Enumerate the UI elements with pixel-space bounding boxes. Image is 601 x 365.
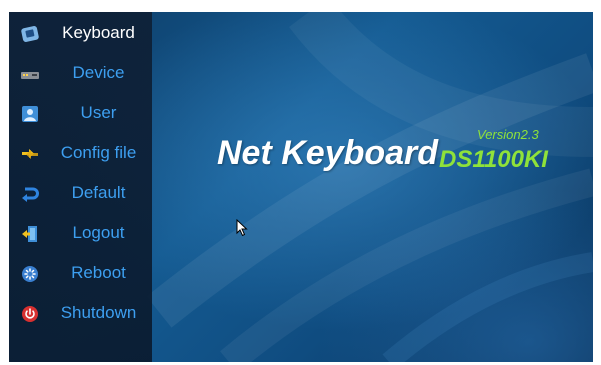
product-title: Net Keyboard Version2.3 DS1100KI <box>217 124 577 184</box>
config-file-icon <box>21 145 39 163</box>
mouse-cursor-icon <box>236 219 248 237</box>
device-icon <box>21 65 39 83</box>
sidebar-item-reboot[interactable]: Reboot <box>9 254 152 292</box>
sidebar-item-label: Config file <box>60 143 137 162</box>
sidebar-item-label: Logout <box>72 223 125 242</box>
model-label: DS1100KI <box>439 146 548 173</box>
keyboard-icon <box>21 25 39 43</box>
sidebar-item-default[interactable]: Default <box>9 174 152 212</box>
logout-icon <box>21 225 39 243</box>
sidebar-item-label: Reboot <box>71 263 126 282</box>
sidebar-item-label: Default <box>71 183 126 202</box>
desktop-screen: Keyboard Device User Config file Default… <box>9 12 593 362</box>
sidebar-item-label: Device <box>72 63 125 82</box>
sidebar-item-shutdown[interactable]: Shutdown <box>9 294 152 332</box>
sidebar-item-logout[interactable]: Logout <box>9 214 152 252</box>
sidebar-item-user[interactable]: User <box>9 94 152 132</box>
sidebar-item-label: Shutdown <box>60 303 137 322</box>
sidebar-item-config-file[interactable]: Config file <box>9 134 152 172</box>
sidebar-menu: Keyboard Device User Config file Default… <box>9 12 152 362</box>
reboot-icon <box>21 265 39 283</box>
user-icon <box>21 105 39 123</box>
shutdown-icon <box>21 305 39 323</box>
sidebar-item-label: Keyboard <box>62 23 135 42</box>
sidebar-item-keyboard[interactable]: Keyboard <box>9 14 152 52</box>
default-icon <box>21 185 39 203</box>
product-name: Net Keyboard <box>217 134 439 172</box>
version-label: Version2.3 <box>477 127 539 142</box>
sidebar-item-label: User <box>80 103 117 122</box>
sidebar-item-device[interactable]: Device <box>9 54 152 92</box>
